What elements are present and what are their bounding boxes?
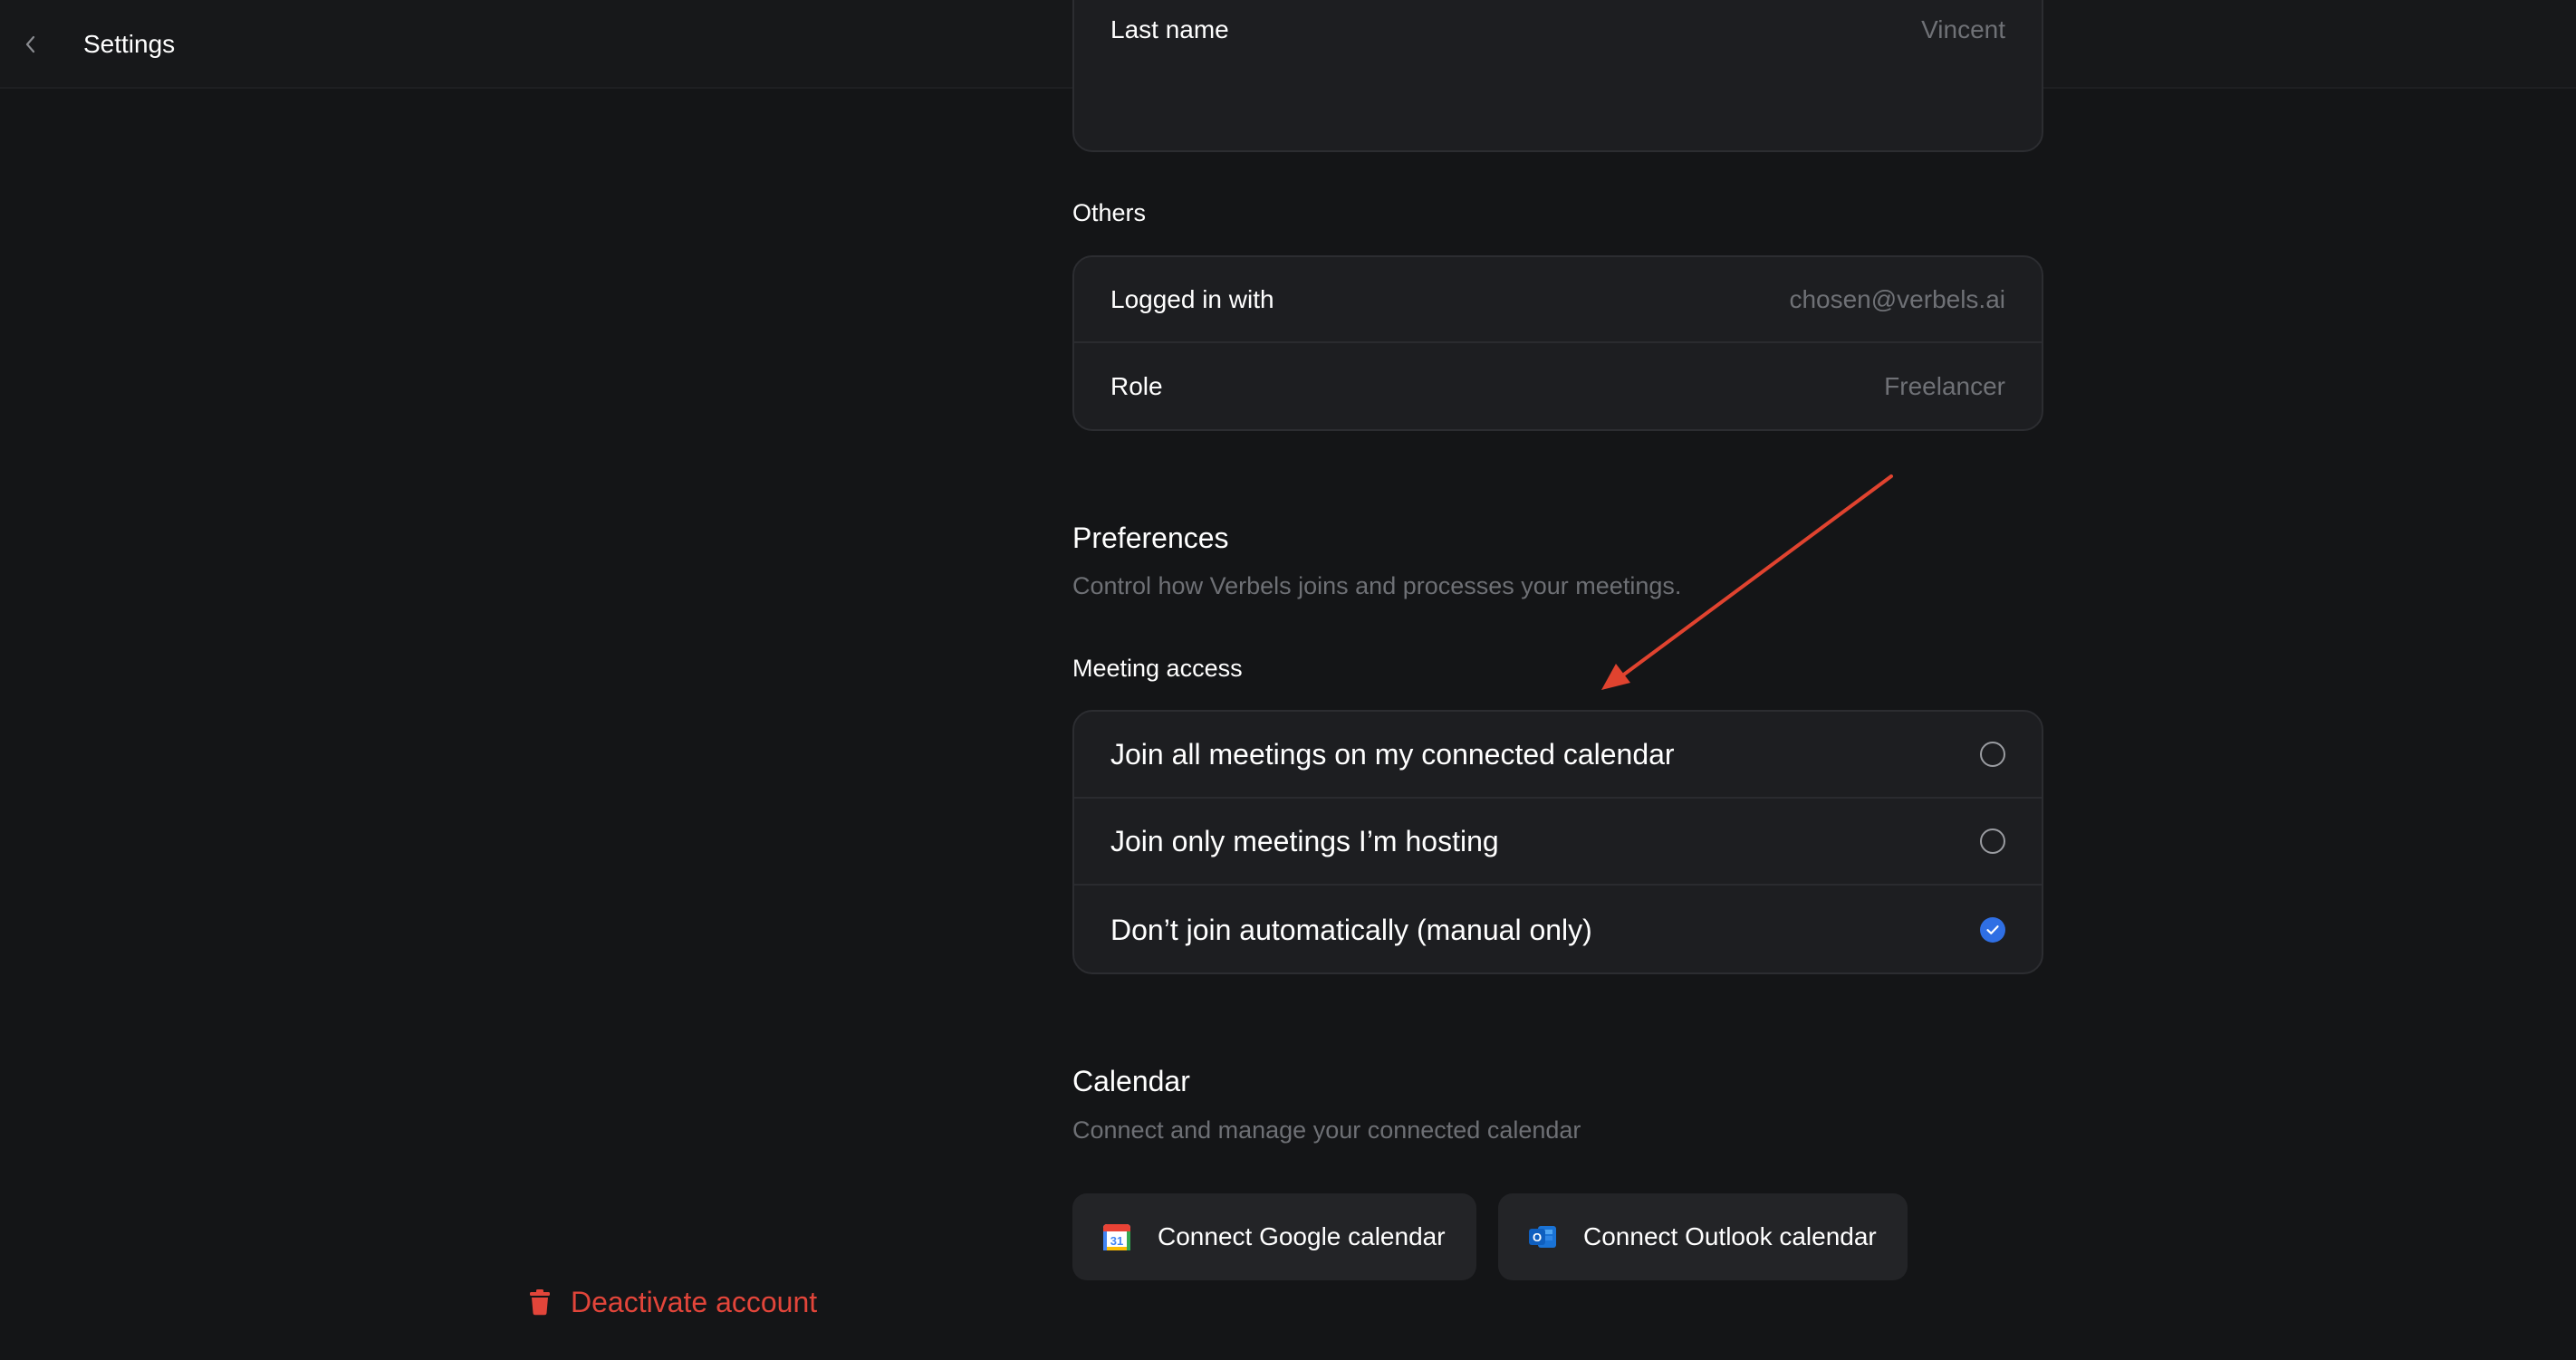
role-value: Freelancer	[1884, 371, 2005, 400]
deactivate-label: Deactivate account	[571, 1285, 818, 1318]
logged-in-value: chosen@verbels.ai	[1789, 284, 2005, 313]
chevron-left-icon	[25, 35, 35, 53]
meeting-access-label: Meeting access	[1072, 655, 1243, 682]
preferences-heading: Preferences	[1072, 522, 1229, 554]
option-manual-only[interactable]: Don’t join automatically (manual only)	[1074, 886, 2042, 972]
back-button[interactable]	[16, 28, 43, 61]
preferences-subtitle: Control how Verbels joins and processes …	[1072, 572, 1682, 599]
last-name-label: Last name	[1110, 15, 1229, 43]
google-button-label: Connect Google calendar	[1158, 1222, 1446, 1250]
deactivate-account-button[interactable]: Deactivate account	[529, 1284, 817, 1320]
calendar-subtitle: Connect and manage your connected calend…	[1072, 1116, 1581, 1144]
option-join-hosting[interactable]: Join only meetings I’m hosting	[1074, 799, 2042, 886]
option-label: Join all meetings on my connected calend…	[1110, 737, 1675, 771]
option-label: Join only meetings I’m hosting	[1110, 824, 1499, 857]
connect-google-calendar-button[interactable]: 31 Connect Google calendar	[1072, 1193, 1476, 1280]
others-section-label: Others	[1072, 199, 1147, 226]
radio-button[interactable]	[1980, 828, 2005, 854]
radio-button[interactable]	[1980, 742, 2005, 767]
option-label: Don’t join automatically (manual only)	[1110, 913, 1592, 946]
google-calendar-icon-text: 31	[1110, 1234, 1123, 1248]
logged-in-label: Logged in with	[1110, 284, 1274, 313]
calendar-heading: Calendar	[1072, 1065, 1190, 1097]
connect-outlook-calendar-button[interactable]: O Connect Outlook calendar	[1498, 1193, 1908, 1280]
row-last-name[interactable]: Last name Vincent	[1074, 0, 2042, 59]
outlook-button-label: Connect Outlook calendar	[1583, 1222, 1877, 1250]
last-name-value: Vincent	[1921, 15, 2005, 43]
radio-button-selected[interactable]	[1980, 917, 2005, 943]
google-calendar-icon: 31	[1103, 1224, 1130, 1250]
others-card: Logged in with chosen@verbels.ai Role Fr…	[1072, 255, 2043, 431]
row-logged-in-with: Logged in with chosen@verbels.ai	[1074, 257, 2042, 343]
check-icon	[1986, 925, 1999, 934]
option-join-all[interactable]: Join all meetings on my connected calend…	[1074, 712, 2042, 799]
meeting-access-card: Join all meetings on my connected calend…	[1072, 710, 2043, 974]
role-label: Role	[1110, 371, 1163, 400]
outlook-icon: O	[1529, 1226, 1556, 1248]
page-title: Settings	[83, 30, 176, 58]
trash-icon	[530, 1289, 550, 1316]
name-card: Last name Vincent	[1072, 0, 2043, 152]
annotation-arrow-icon	[1601, 474, 1893, 690]
outlook-icon-text: O	[1533, 1231, 1542, 1244]
row-role: Role Freelancer	[1074, 343, 2042, 429]
